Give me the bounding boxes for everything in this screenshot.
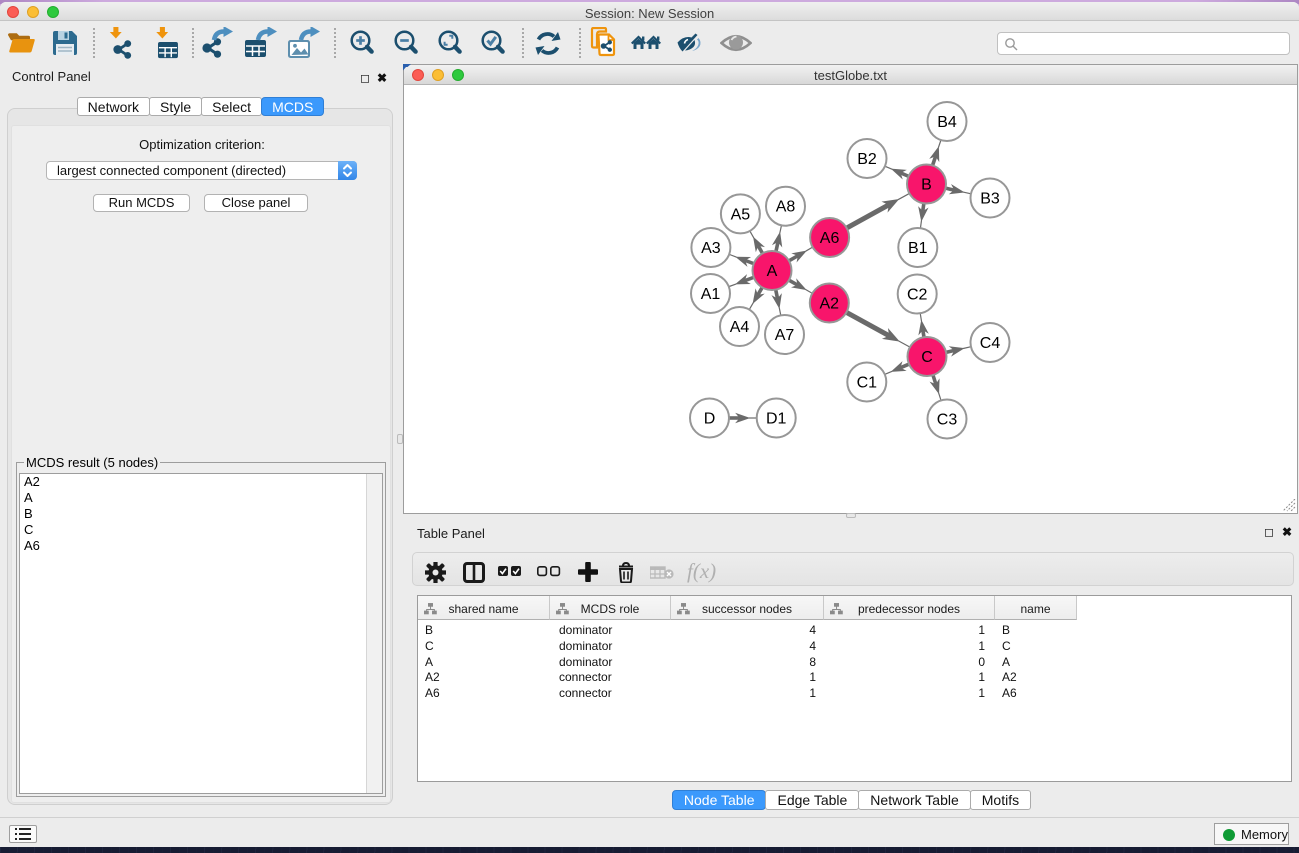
svg-text:C1: C1 (857, 375, 878, 392)
svg-text:B2: B2 (857, 151, 877, 168)
svg-text:B3: B3 (980, 191, 1000, 208)
svg-text:C: C (921, 349, 933, 366)
svg-text:A1: A1 (701, 286, 721, 303)
svg-text:B: B (921, 177, 932, 194)
svg-text:D1: D1 (766, 411, 787, 428)
svg-text:B1: B1 (908, 240, 928, 257)
svg-text:C4: C4 (980, 335, 1001, 352)
svg-text:A2: A2 (820, 296, 840, 313)
svg-text:A4: A4 (730, 319, 750, 336)
svg-text:A3: A3 (701, 240, 721, 257)
svg-text:A6: A6 (820, 230, 840, 247)
svg-text:D: D (704, 411, 716, 428)
svg-text:A8: A8 (776, 199, 796, 216)
svg-text:A7: A7 (775, 327, 795, 344)
svg-text:A: A (767, 263, 778, 280)
svg-text:B4: B4 (937, 114, 957, 131)
svg-text:C3: C3 (937, 412, 958, 429)
svg-text:A5: A5 (731, 206, 751, 223)
svg-text:C2: C2 (907, 287, 928, 304)
